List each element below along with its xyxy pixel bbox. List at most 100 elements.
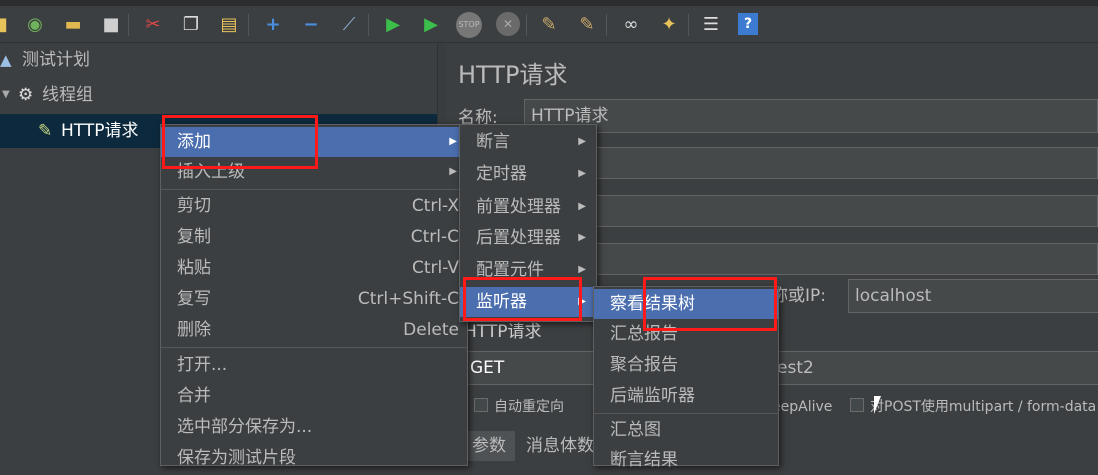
submenu-arrow-icon: ▶ [578,296,586,307]
pipette-icon: ✎ [38,121,53,141]
multipart-checkbox[interactable]: 对POST使用multipart / form-data [850,395,1096,419]
chevron-down-icon[interactable]: ▼ [2,78,10,112]
menu-item-label: 后端监听器 [610,386,695,406]
help-icon[interactable]: ? [738,13,758,35]
submenu-arrow-icon: ▶ [578,136,586,147]
toolbar-separator [368,14,369,36]
menu-item-duplicate[interactable]: 复写 Ctrl+Shift-C [161,284,467,314]
save-icon[interactable]: ■ [100,14,122,36]
menu-item-assertions[interactable]: 断言 ▶ [460,127,596,157]
tab-body-data[interactable]: 消息体数 [526,431,594,461]
toolbar-separator [248,14,249,36]
menu-item-label: 汇总图 [610,420,661,440]
menu-separator [161,189,467,190]
menu-item-save-as-fragment[interactable]: 保存为测试片段 [161,443,467,473]
checkbox-label: eepAlive [772,399,833,415]
new-icon[interactable]: ▮ [0,14,14,36]
menu-item-label: 前置处理器 [476,197,561,217]
cut-icon[interactable]: ✂ [142,14,164,36]
server-field[interactable]: localhost [848,279,1098,313]
menu-item-save-selection[interactable]: 选中部分保存为... [161,412,467,442]
server-label: 称或IP: [771,286,826,306]
menu-item-cut[interactable]: 剪切 Ctrl-X [161,191,467,221]
name-field[interactable]: HTTP请求 [524,99,1098,133]
menu-item-pre-processors[interactable]: 前置处理器 ▶ [460,192,596,222]
toolbar-separator [688,14,689,36]
search-icon[interactable]: ∞ [620,14,642,36]
menu-item-summary-report[interactable]: 汇总报告 [594,319,778,349]
menu-item-label: 断言 [476,132,510,152]
toolbar-separator [606,14,607,36]
keepalive-checkbox[interactable]: eepAlive [772,395,832,419]
menu-item-post-processors[interactable]: 后置处理器 ▶ [460,223,596,253]
menu-shortcut: Ctrl+Shift-C [357,289,459,309]
stop-icon[interactable]: STOP [456,12,482,38]
menu-item-label: 删除 [177,320,211,340]
menu-item-timers[interactable]: 定时器 ▶ [460,159,596,189]
submenu-arrow-icon: ▶ [578,168,586,179]
menu-item-delete[interactable]: 删除 Delete [161,315,467,345]
menu-item-label: 粘贴 [177,258,211,278]
templates-icon[interactable]: ◉ [24,14,46,36]
menu-item-label: 察看结果树 [610,294,695,314]
method-select[interactable]: GET [463,351,611,385]
menu-item-listeners[interactable]: 监听器 ▶ [460,287,596,317]
start-icon[interactable]: ▶ [382,14,404,36]
menu-item-label: 配置元件 [476,260,544,280]
checkbox-box [850,398,864,412]
tree-item-label: HTTP请求 [61,121,139,141]
add-submenu: 断言 ▶ 定时器 ▶ 前置处理器 ▶ 后置处理器 ▶ 配置元件 ▶ 监听器 ▶ [459,124,597,322]
menu-item-label: 添加 [177,132,211,152]
shutdown-icon[interactable]: ✕ [496,12,520,36]
protocol-field[interactable] [586,195,1098,227]
copy-icon[interactable]: ❐ [180,14,202,36]
menu-item-open[interactable]: 打开... [161,350,467,380]
checkbox-box [474,398,488,412]
checkbox-label: 自动重定向 [494,399,564,415]
clear-icon[interactable]: ✎ [538,14,560,36]
tree-item-thread-group[interactable]: ▼ ⚙ 线程组 [0,78,437,112]
open-icon[interactable]: ▬ [62,14,84,36]
menu-item-config-elements[interactable]: 配置元件 ▶ [460,255,596,285]
redirect-checkbox[interactable]: 自动重定向 [474,395,564,419]
menu-item-add[interactable]: 添加 ▶ [161,127,467,157]
menu-item-label: 插入上级 [177,162,245,182]
menu-item-assertion-results[interactable]: 断言结果 [594,445,778,475]
menu-item-insert-parent[interactable]: 插入上级 ▶ [161,157,467,187]
web-server-field[interactable] [586,243,1098,275]
collapse-icon[interactable]: − [300,14,322,36]
submenu-arrow-icon: ▶ [449,136,457,147]
comments-field[interactable] [586,147,1098,179]
flask-icon: ▲ [0,51,12,69]
tree-item-label: 线程组 [42,85,93,105]
menu-shortcut: Delete [403,320,459,340]
menu-separator [594,413,778,414]
gear-icon: ⚙ [18,85,34,105]
menu-item-aggregate-report[interactable]: 聚合报告 [594,350,778,380]
function-helper-icon[interactable]: ☰ [700,14,722,36]
menu-item-copy[interactable]: 复制 Ctrl-C [161,222,467,252]
tab-params[interactable]: 参数 [463,431,515,461]
panel-title: HTTP请求 [458,61,568,89]
expand-icon[interactable]: + [262,14,284,36]
reset-search-icon[interactable]: ✦ [658,14,680,36]
menu-item-merge[interactable]: 合并 [161,381,467,411]
menu-item-backend-listener[interactable]: 后端监听器 [594,381,778,411]
submenu-arrow-icon: ▶ [578,232,586,243]
paste-icon[interactable]: ▤ [218,14,240,36]
tree-item-test-plan[interactable]: ▲ 测试计划 [0,43,437,77]
context-menu: 添加 ▶ 插入上级 ▶ 剪切 Ctrl-X 复制 Ctrl-C 粘贴 Ctrl-V 复写 C… [160,124,468,468]
path-field[interactable]: est2 [756,351,1098,385]
menu-item-paste[interactable]: 粘贴 Ctrl-V [161,253,467,283]
start-no-pause-icon[interactable]: ▶ [420,14,442,36]
listener-submenu: 察看结果树 汇总报告 聚合报告 后端监听器 汇总图 断言结果 [593,286,779,470]
clear-all-icon[interactable]: ✎ [576,14,598,36]
menu-item-label: 后置处理器 [476,228,561,248]
toggle-icon[interactable]: ⟋ [338,14,360,36]
menu-item-summary-graph[interactable]: 汇总图 [594,415,778,445]
menu-item-view-results-tree[interactable]: 察看结果树 [594,289,778,319]
menu-item-label: 汇总报告 [610,324,678,344]
tree-item-label: 测试计划 [22,50,90,70]
submenu-arrow-icon: ▶ [578,201,586,212]
menu-item-label: 选中部分保存为... [177,417,313,437]
